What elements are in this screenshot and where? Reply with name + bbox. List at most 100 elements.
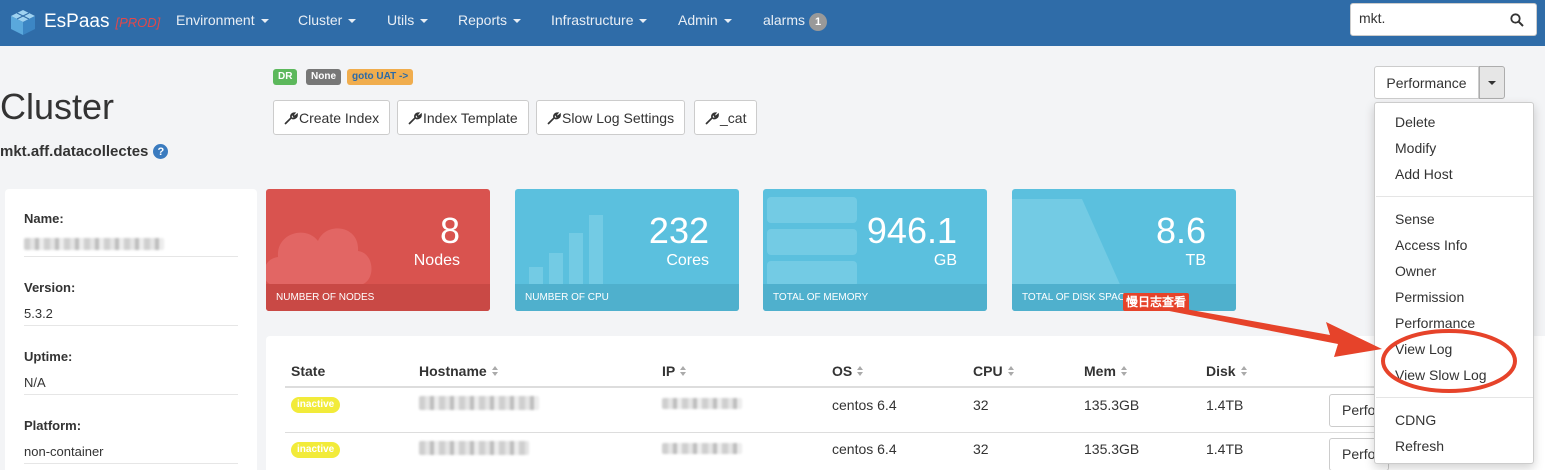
version-label: Version: xyxy=(24,280,76,295)
header-label: IP xyxy=(662,363,676,379)
menu-item-owner[interactable]: Owner xyxy=(1395,261,1436,281)
cube-logo-icon xyxy=(11,10,35,35)
brand-name: EsPaas xyxy=(44,11,110,32)
menu-item-view-log[interactable]: View Log xyxy=(1395,339,1452,359)
redacted-ip xyxy=(662,443,742,454)
header-label: Mem xyxy=(1084,363,1116,379)
menu-divider xyxy=(1376,397,1533,398)
row-divider xyxy=(285,432,1375,433)
column-header-disk[interactable]: Disk xyxy=(1206,363,1248,379)
os-cell: centos 6.4 xyxy=(832,441,897,457)
nav-label: Environment xyxy=(176,12,255,28)
cluster-name: mkt.aff.datacollectes ? xyxy=(0,143,169,160)
sort-icon xyxy=(491,366,499,376)
wrench-icon xyxy=(547,111,561,124)
help-icon[interactable]: ? xyxy=(153,144,169,159)
version-value: 5.3.2 xyxy=(24,306,53,321)
caret-down-icon xyxy=(260,19,269,24)
column-header-state[interactable]: State xyxy=(291,363,325,379)
divider xyxy=(24,325,238,326)
search-input[interactable]: mkt. xyxy=(1350,3,1498,36)
tile-unit: GB xyxy=(933,252,957,269)
tile-unit: TB xyxy=(1185,252,1206,269)
slow-log-settings-button[interactable]: Slow Log Settings xyxy=(536,100,686,135)
tile-value: 8 xyxy=(439,210,460,251)
divider xyxy=(24,463,238,464)
redacted-ip xyxy=(662,398,742,409)
sort-icon xyxy=(1240,366,1248,376)
menu-item-performance[interactable]: Performance xyxy=(1395,313,1475,333)
performance-dropdown-toggle[interactable] xyxy=(1479,66,1505,99)
annotation-label: 慢日志查看 xyxy=(1123,293,1190,311)
header-label: State xyxy=(291,363,326,379)
nav-admin[interactable]: Admin xyxy=(678,0,732,46)
nav-infrastructure[interactable]: Infrastructure xyxy=(551,0,648,46)
button-label: _cat xyxy=(720,109,747,126)
column-header-ip[interactable]: IP xyxy=(662,363,687,379)
nav-alarms[interactable]: alarms 1 xyxy=(763,0,828,46)
wrench-icon xyxy=(408,111,422,124)
menu-item-delete[interactable]: Delete xyxy=(1395,112,1435,132)
menu-item-cdng[interactable]: CDNG xyxy=(1395,410,1436,430)
create-index-button[interactable]: Create Index xyxy=(273,100,391,135)
performance-button[interactable]: Performance xyxy=(1374,66,1479,99)
tile-cpu: 232 Cores NUMBER OF CPU xyxy=(515,189,739,311)
index-template-button[interactable]: Index Template xyxy=(397,100,529,135)
sort-icon xyxy=(1007,366,1015,376)
sort-icon xyxy=(1120,366,1128,376)
redacted-hostname xyxy=(419,396,539,410)
column-header-mem[interactable]: Mem xyxy=(1084,363,1128,379)
bar-chart-icon xyxy=(529,215,603,289)
column-header-cpu[interactable]: CPU xyxy=(973,363,1015,379)
performance-dropdown-menu: Delete Modify Add Host Sense Access Info… xyxy=(1374,102,1534,464)
column-header-hostname[interactable]: Hostname xyxy=(419,363,499,379)
cloud-icon xyxy=(266,228,372,285)
tile-memory: 946.1 GB TOTAL OF MEMORY xyxy=(763,189,987,311)
menu-item-view-slow-log[interactable]: View Slow Log xyxy=(1395,365,1487,385)
column-header-os[interactable]: OS xyxy=(832,363,864,379)
menu-item-add-host[interactable]: Add Host xyxy=(1395,164,1453,184)
caret-down-icon xyxy=(723,19,732,24)
nav-cluster[interactable]: Cluster xyxy=(298,0,357,46)
caret-down-icon xyxy=(348,19,357,24)
brand[interactable]: EsPaas [PROD] xyxy=(8,6,160,38)
label-none: None xyxy=(306,69,341,85)
redacted-hostname xyxy=(419,441,529,455)
sort-icon xyxy=(680,366,687,376)
menu-item-modify[interactable]: Modify xyxy=(1395,138,1436,158)
alarms-count-badge: 1 xyxy=(809,13,828,31)
search-icon xyxy=(1509,12,1524,27)
divider xyxy=(24,256,238,257)
nav-environment[interactable]: Environment xyxy=(176,0,269,46)
nav-reports[interactable]: Reports xyxy=(458,0,522,46)
goto-uat-link[interactable]: goto UAT -> xyxy=(347,69,414,85)
button-label: Create Index xyxy=(299,109,380,126)
caret-down-icon xyxy=(639,19,648,24)
menu-item-refresh[interactable]: Refresh xyxy=(1395,436,1444,456)
cluster-info-panel: Name: Version: 5.3.2 Uptime: N/A Platfor… xyxy=(5,189,257,470)
caret-down-icon xyxy=(420,19,429,24)
nav-label: Cluster xyxy=(298,12,343,28)
label-dr: DR xyxy=(273,69,298,85)
page-title: Cluster xyxy=(0,86,115,127)
tile-nodes: 8 Nodes NUMBER OF NODES xyxy=(266,189,490,311)
tile-footer: NUMBER OF NODES xyxy=(266,284,490,311)
cat-button[interactable]: _cat xyxy=(694,100,758,135)
status-badge: inactive xyxy=(291,397,341,413)
tile-footer: NUMBER OF CPU xyxy=(515,284,739,311)
brand-env: [PROD] xyxy=(115,14,161,30)
menu-item-access-info[interactable]: Access Info xyxy=(1395,235,1467,255)
wrench-icon xyxy=(284,111,298,124)
nav-label: Utils xyxy=(387,12,415,28)
menu-item-sense[interactable]: Sense xyxy=(1395,209,1435,229)
wrench-icon xyxy=(705,111,719,124)
tile-value: 946.1 xyxy=(866,210,957,251)
search-button[interactable] xyxy=(1497,3,1537,36)
nav-label: Admin xyxy=(678,12,718,28)
tile-value: 232 xyxy=(648,210,709,251)
menu-item-permission[interactable]: Permission xyxy=(1395,287,1464,307)
tile-footer: TOTAL OF MEMORY xyxy=(763,284,987,311)
mem-cell: 135.3GB xyxy=(1084,397,1140,413)
top-navbar: EsPaas [PROD] Environment Cluster Utils … xyxy=(0,0,1545,46)
nav-utils[interactable]: Utils xyxy=(387,0,429,46)
